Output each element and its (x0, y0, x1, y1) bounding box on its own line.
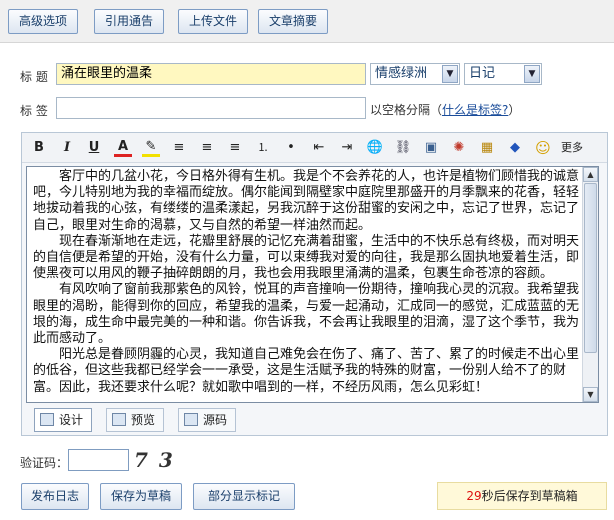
tag-help-link[interactable]: 什么是标签? (442, 103, 508, 117)
rich-text-editor: B I U A ✎ ≡ ≡ ≡ ⒈ • ⇤ ⇥ 🌐 ⛓ ▣ ✺ ▦ ◆ ☺ 更多… (21, 132, 608, 436)
tab-preview[interactable]: 预览 (106, 408, 164, 432)
autosave-countdown: 29 (466, 489, 482, 503)
scrollbar-thumb[interactable] (584, 183, 597, 353)
autosave-status: 29秒后保存到草稿箱 (437, 482, 607, 510)
content-paragraph: 有风吹响了窗前我那紫色的风铃，悦耳的声音撞响一份期待，撞响我心灵的沉寂。我希望我… (33, 282, 580, 347)
tab-design[interactable]: 设计 (34, 408, 92, 432)
save-draft-button[interactable]: 保存为草稿 (100, 483, 182, 510)
align-left-icon[interactable]: ≡ (170, 139, 188, 157)
editor-toolbar: B I U A ✎ ≡ ≡ ≡ ⒈ • ⇤ ⇥ 🌐 ⛓ ▣ ✺ ▦ ◆ ☺ 更多 (22, 133, 607, 163)
article-summary-button[interactable]: 文章摘要 (258, 9, 328, 34)
font-color-icon[interactable]: A (114, 139, 132, 157)
underline-icon[interactable]: U (85, 139, 103, 157)
trackback-button[interactable]: 引用通告 (94, 9, 164, 34)
tab-source-label: 源码 (203, 413, 228, 427)
unordered-list-icon[interactable]: • (282, 139, 300, 157)
title-label: 标 题 (20, 70, 48, 84)
tag-hint-close: ） (508, 103, 521, 117)
editor-scrollbar[interactable]: ▲ ▼ (582, 167, 598, 402)
content-paragraph: 现在春渐渐地在走远，花瓣里舒展的记忆充满着甜蜜，生活中的不快乐总有终极，而对明天… (33, 233, 580, 282)
unlink-icon[interactable]: ⛓ (394, 139, 412, 157)
scroll-up-icon[interactable]: ▲ (583, 167, 598, 182)
captcha-label: 验证码： (20, 456, 69, 470)
ordered-list-icon[interactable]: ⒈ (254, 139, 272, 157)
smiley-icon[interactable]: ☺ (534, 139, 552, 157)
design-icon (40, 413, 54, 426)
tab-design-label: 设计 (59, 413, 84, 427)
upload-file-button[interactable]: 上传文件 (178, 9, 248, 34)
scroll-down-icon[interactable]: ▼ (583, 387, 598, 402)
indent-icon[interactable]: ⇥ (338, 139, 356, 157)
tag-hint-text: 以空格分隔（ (370, 103, 443, 117)
category-select[interactable]: 情感绿洲 ▼ (370, 63, 460, 85)
tag-input[interactable] (56, 97, 366, 119)
partial-display-marker-button[interactable]: 部分显示标记 (193, 483, 295, 510)
captcha-input[interactable] (68, 449, 129, 471)
tab-preview-label: 预览 (131, 413, 156, 427)
align-center-icon[interactable]: ≡ (198, 139, 216, 157)
more-tools-button[interactable]: 更多 (555, 139, 589, 157)
align-right-icon[interactable]: ≡ (226, 139, 244, 157)
type-select[interactable]: 日记 ▼ (464, 63, 542, 85)
title-input[interactable]: 涌在眼里的温柔 (56, 63, 366, 85)
content-paragraph: 阳光总是眷顾阴霾的心灵，我知道自己难免会在伤了、痛了、苦了、累了的时候走不出心里… (33, 347, 580, 395)
captcha-image[interactable]: 7 3 7 1 (134, 449, 198, 471)
chevron-down-icon[interactable]: ▼ (524, 65, 540, 83)
tag-label: 标 签 (20, 104, 48, 118)
outdent-icon[interactable]: ⇤ (310, 139, 328, 157)
image-icon[interactable]: ▣ (422, 139, 440, 157)
category-select-value: 情感绿洲 (375, 66, 428, 81)
source-code-icon (184, 413, 198, 426)
globe-link-icon[interactable]: 🌐 (366, 139, 384, 157)
tag-hint: 以空格分隔（什么是标签?） (370, 101, 520, 118)
media-icon[interactable]: ✺ (450, 139, 468, 157)
advanced-options-button[interactable]: 高级选项 (8, 9, 78, 34)
type-select-value: 日记 (469, 66, 496, 81)
content-paragraph: 客厅中的几盆小花，今日格外得有生机。我是个不会养花的人，也许是植物们顾惜我的诚意… (33, 169, 580, 233)
publish-button[interactable]: 发布日志 (21, 483, 89, 510)
top-options-bar: 高级选项 引用通告 上传文件 文章摘要 (0, 0, 614, 43)
editor-content-area[interactable]: 客厅中的几盆小花，今日格外得有生机。我是个不会养花的人，也许是植物们顾惜我的诚意… (26, 166, 599, 403)
preview-icon (112, 413, 126, 426)
chevron-down-icon[interactable]: ▼ (442, 65, 458, 83)
editor-content[interactable]: 客厅中的几盆小花，今日格外得有生机。我是个不会养花的人，也许是植物们顾惜我的诚意… (27, 167, 583, 402)
tab-source[interactable]: 源码 (178, 408, 236, 432)
flash-icon[interactable]: ▦ (478, 139, 496, 157)
bold-icon[interactable]: B (30, 139, 48, 157)
highlight-icon[interactable]: ✎ (142, 139, 160, 157)
emoticon-bubble-icon[interactable]: ◆ (506, 139, 524, 157)
autosave-text: 秒后保存到草稿箱 (481, 489, 578, 503)
italic-icon[interactable]: I (58, 139, 76, 157)
